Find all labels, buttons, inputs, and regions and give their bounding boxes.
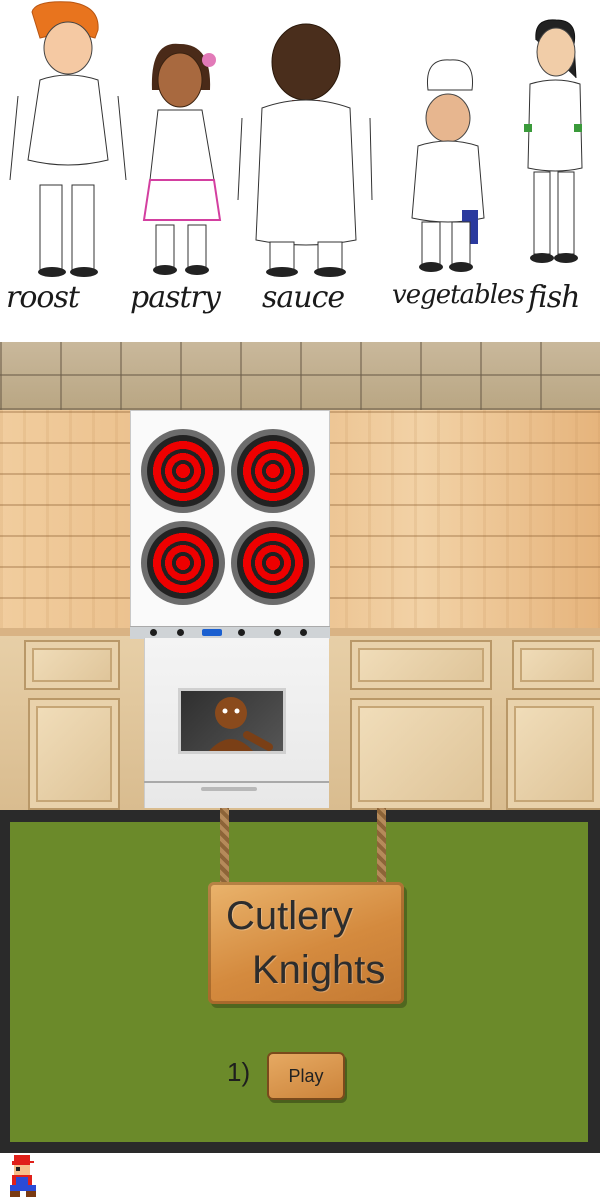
title-sign: Cutlery Knights [208, 882, 404, 1004]
level-number: 1) [227, 1057, 251, 1087]
cabinet-door-left [28, 698, 120, 810]
sauce-chef-figure [237, 23, 373, 277]
pastry-chef-figure [142, 43, 222, 275]
stove-display [202, 629, 222, 636]
title-line-1: Cutlery [226, 894, 353, 938]
chef-illustrations [9, 1, 583, 277]
stove-knob [150, 629, 157, 636]
chef-label-vegetables: vegetables [392, 280, 525, 310]
cabinet-door-right [506, 698, 600, 810]
stove-knob [238, 629, 245, 636]
oven-window [178, 688, 286, 754]
burner-top-right [231, 429, 315, 513]
play-button[interactable]: Play [267, 1052, 345, 1100]
stove-cooktop [130, 410, 330, 628]
oven-handle [201, 787, 257, 791]
title-line-2: Knights [252, 948, 386, 992]
chef-label-fish: fish [528, 280, 580, 315]
cabinet-drawer-middle [350, 640, 492, 690]
oven-trim [144, 781, 329, 783]
burner-top-left [141, 429, 225, 513]
cabinet-door-middle [350, 698, 492, 810]
fish-chef-figure [524, 19, 583, 263]
chef-banner: roost pastry sauce vegetables fish [0, 0, 600, 342]
chef-label-pastry: pastry [130, 280, 221, 315]
cabinet-drawer-left [24, 640, 120, 690]
chef-label-sauce: sauce [262, 280, 345, 315]
burner-bottom-right [231, 521, 315, 605]
stove-knob [300, 629, 307, 636]
burner-bottom-left [141, 521, 225, 605]
gingerbread-man-icon [209, 697, 273, 751]
chef-label-roost: roost [6, 280, 80, 315]
cabinet-drawer-right [512, 640, 600, 690]
backsplash-tiles [0, 342, 600, 410]
sign-rope-left [220, 808, 229, 886]
roost-chef-figure [9, 1, 127, 277]
stove-knob [177, 629, 184, 636]
vegetables-chef-figure [411, 59, 485, 272]
pixel-chef-sprite-icon [10, 1155, 38, 1197]
sign-rope-right [377, 808, 386, 886]
stove-knob [274, 629, 281, 636]
